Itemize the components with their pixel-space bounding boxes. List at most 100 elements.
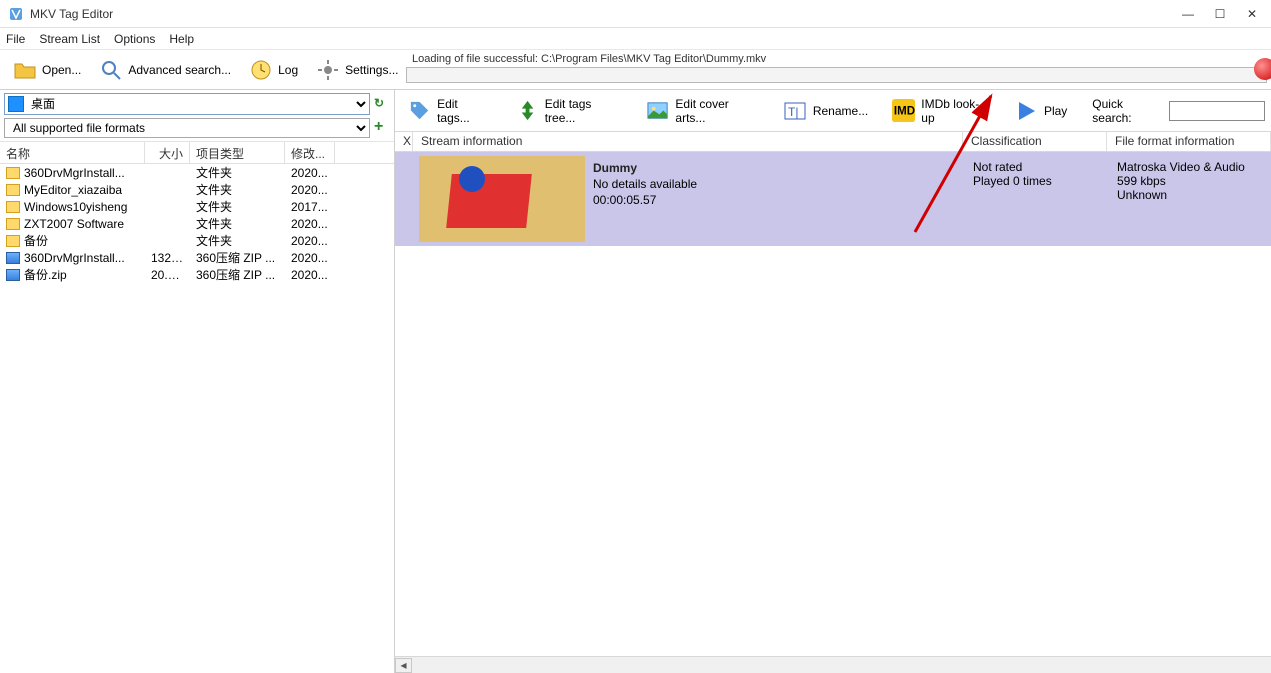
horizontal-scrollbar[interactable]: ◂ — [395, 656, 1271, 673]
rating: Not rated — [973, 160, 1101, 174]
file-row[interactable]: 备份.zip20.4 MB360压缩 ZIP ...2020... — [0, 266, 394, 283]
file-row[interactable]: 360DrvMgrInstall...文件夹2020... — [0, 164, 394, 181]
col-size[interactable]: 大小 — [145, 142, 190, 163]
imdb-button[interactable]: IMDb IMDb look-up — [885, 94, 1001, 128]
stream-grid-header: X Stream information Classification File… — [395, 132, 1271, 152]
gear-icon — [316, 58, 340, 82]
col-classification[interactable]: Classification — [963, 132, 1107, 151]
maximize-button[interactable]: ☐ — [1213, 7, 1227, 21]
file-name: ZXT2007 Software — [24, 217, 124, 231]
quick-search-label: Quick search: — [1092, 97, 1163, 125]
edit-tags-label: Edit tags... — [437, 97, 492, 125]
imdb-label: IMDb look-up — [921, 97, 990, 125]
folder-icon — [6, 201, 20, 213]
filter-row: All supported file formats + — [0, 118, 394, 141]
file-modified: 2020... — [285, 268, 335, 282]
location-select[interactable]: 桌面 — [4, 93, 370, 115]
menu-file[interactable]: File — [6, 32, 25, 46]
status-message: Loading of file successful: C:\Program F… — [406, 53, 1271, 67]
file-row[interactable]: 备份文件夹2020... — [0, 232, 394, 249]
file-type: 360压缩 ZIP ... — [190, 249, 285, 266]
action-bar: Edit tags... Edit tags tree... Edit cove… — [395, 90, 1271, 132]
format-container: Matroska Video & Audio — [1117, 160, 1245, 174]
folder-icon — [6, 167, 20, 179]
edit-cover-button[interactable]: Edit cover arts... — [639, 94, 770, 128]
file-name: Windows10yisheng — [24, 200, 127, 214]
close-button[interactable]: ✕ — [1245, 7, 1259, 21]
folder-icon — [6, 218, 20, 230]
edit-tags-tree-label: Edit tags tree... — [545, 97, 623, 125]
col-name[interactable]: 名称 — [0, 142, 145, 163]
adv-search-label: Advanced search... — [128, 63, 231, 77]
file-modified: 2020... — [285, 166, 335, 180]
log-label: Log — [278, 63, 298, 77]
edit-tags-button[interactable]: Edit tags... — [401, 94, 503, 128]
advanced-search-button[interactable]: Advanced search... — [90, 53, 240, 87]
file-filter-select[interactable]: All supported file formats — [4, 118, 370, 138]
minimize-button[interactable]: — — [1181, 7, 1195, 21]
col-stream-info[interactable]: Stream information — [413, 132, 963, 151]
play-count: Played 0 times — [973, 174, 1101, 188]
play-icon — [1014, 99, 1038, 123]
file-name: MyEditor_xiazaiba — [24, 183, 122, 197]
file-row[interactable]: Windows10yisheng文件夹2017... — [0, 198, 394, 215]
stream-row-selected[interactable]: Dummy No details available 00:00:05.57 N… — [395, 152, 1271, 246]
file-list-header: 名称 大小 项目类型 修改... — [0, 142, 394, 164]
open-label: Open... — [42, 63, 81, 77]
location-row: 桌面 ↻ — [0, 90, 394, 118]
stream-grid-body: Dummy No details available 00:00:05.57 N… — [395, 152, 1271, 656]
tag-icon — [408, 99, 431, 123]
file-row[interactable]: MyEditor_xiazaiba 文件夹2020... — [0, 181, 394, 198]
log-button[interactable]: Log — [240, 53, 307, 87]
imdb-icon: IMDb — [892, 99, 915, 123]
body-area: 桌面 ↻ All supported file formats + 名称 大小 … — [0, 90, 1271, 673]
settings-button[interactable]: Settings... — [307, 53, 407, 87]
file-name: 360DrvMgrInstall... — [24, 166, 125, 180]
desktop-icon — [8, 96, 24, 112]
rename-text-icon: T| — [783, 99, 807, 123]
image-icon — [646, 99, 669, 123]
format-cell: Matroska Video & Audio 599 kbps Unknown — [1109, 156, 1253, 206]
file-row[interactable]: 360DrvMgrInstall...132 MB360压缩 ZIP ...20… — [0, 249, 394, 266]
scroll-left-arrow-icon[interactable]: ◂ — [395, 658, 412, 673]
zip-icon — [6, 252, 20, 264]
edit-tags-tree-button[interactable]: Edit tags tree... — [509, 94, 634, 128]
format-bitrate: 599 kbps — [1117, 174, 1245, 188]
rename-button[interactable]: T| Rename... — [776, 94, 879, 128]
col-modified[interactable]: 修改... — [285, 142, 335, 163]
file-type: 文件夹 — [190, 181, 285, 198]
col-x[interactable]: X — [395, 132, 413, 151]
stream-duration: 00:00:05.57 — [593, 192, 957, 208]
file-row[interactable]: ZXT2007 Software文件夹2020... — [0, 215, 394, 232]
svg-text:IMDb: IMDb — [894, 105, 915, 117]
quick-search-input[interactable] — [1169, 101, 1265, 121]
clock-gear-icon — [249, 58, 273, 82]
refresh-icon[interactable]: ↻ — [374, 96, 390, 112]
right-pane: Edit tags... Edit tags tree... Edit cove… — [395, 90, 1271, 673]
open-button[interactable]: Open... — [4, 53, 90, 87]
file-type: 360压缩 ZIP ... — [190, 266, 285, 283]
menu-options[interactable]: Options — [114, 32, 155, 46]
file-modified: 2020... — [285, 183, 335, 197]
col-type[interactable]: 项目类型 — [190, 142, 285, 163]
menu-stream-list[interactable]: Stream List — [39, 32, 100, 46]
file-name: 360DrvMgrInstall... — [24, 251, 125, 265]
window-title: MKV Tag Editor — [30, 7, 1181, 21]
rename-label: Rename... — [813, 104, 868, 118]
col-file-format[interactable]: File format information — [1107, 132, 1271, 151]
folder-open-icon — [13, 58, 37, 82]
classification-cell: Not rated Played 0 times — [965, 156, 1109, 192]
add-filter-icon[interactable]: + — [374, 120, 390, 136]
window-controls: — ☐ ✕ — [1181, 7, 1263, 21]
menu-help[interactable]: Help — [169, 32, 194, 46]
file-size: 20.4 MB — [145, 268, 190, 282]
format-extra: Unknown — [1117, 188, 1245, 202]
play-button[interactable]: Play — [1007, 94, 1078, 128]
stream-thumbnail — [419, 156, 585, 242]
file-modified: 2017... — [285, 200, 335, 214]
main-toolbar: Open... Advanced search... Log Settings.… — [0, 50, 1271, 90]
record-indicator-icon — [1254, 58, 1271, 80]
svg-text:T|: T| — [788, 105, 798, 119]
menu-bar: File Stream List Options Help — [0, 28, 1271, 50]
app-icon — [8, 6, 24, 22]
